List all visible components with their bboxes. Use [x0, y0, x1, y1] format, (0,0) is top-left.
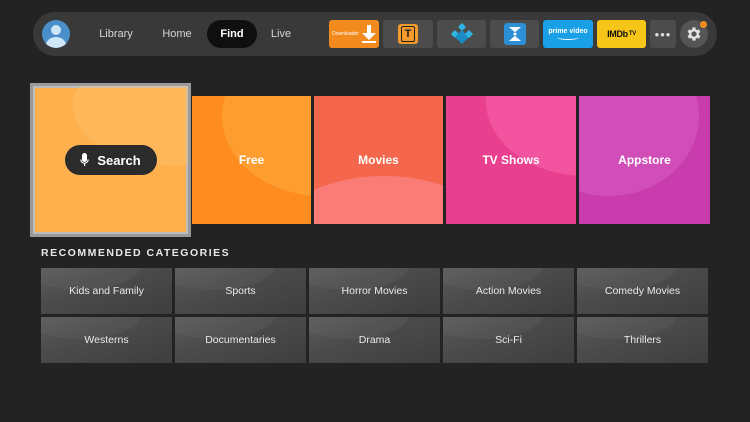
tile-movies-label: Movies — [358, 153, 399, 167]
profile-avatar-icon[interactable] — [42, 20, 70, 48]
tile-appstore-label: Appstore — [618, 153, 671, 167]
app-downloader[interactable]: Downloader — [329, 20, 379, 48]
app-s[interactable] — [490, 20, 539, 48]
tile-tv-shows-label: TV Shows — [482, 153, 540, 167]
category-horror-movies[interactable]: Horror Movies — [309, 268, 440, 314]
category-drama[interactable]: Drama — [309, 317, 440, 363]
notification-dot — [700, 21, 707, 28]
tile-movies[interactable]: Movies — [314, 96, 443, 224]
category-documentaries[interactable]: Documentaries — [175, 317, 306, 363]
category-comedy-movies[interactable]: Comedy Movies — [577, 268, 708, 314]
microphone-icon — [80, 153, 90, 166]
category-grid: Kids and Family Sports Horror Movies Act… — [41, 268, 708, 363]
category-westerns[interactable]: Westerns — [41, 317, 172, 363]
download-arrow-icon — [361, 25, 376, 43]
more-apps-button[interactable]: ••• — [650, 20, 676, 48]
search-tile[interactable]: Search — [30, 83, 191, 237]
recommended-categories-title: RECOMMENDED CATEGORIES — [41, 247, 231, 259]
app-t[interactable]: T — [383, 20, 433, 48]
nav-home[interactable]: Home — [149, 20, 205, 48]
category-kids-and-family[interactable]: Kids and Family — [41, 268, 172, 314]
t-logo-letter: T — [401, 26, 415, 42]
tile-free-label: Free — [238, 153, 265, 167]
category-thrillers[interactable]: Thrillers — [577, 317, 708, 363]
top-nav-bar: Library Home Find Live Downloader T prim… — [33, 12, 717, 56]
kodi-logo-icon — [450, 23, 473, 44]
app-imdb-tv[interactable]: IMDb TV — [597, 20, 646, 48]
tile-free[interactable]: Free — [192, 96, 311, 224]
prime-smile-icon — [557, 35, 579, 40]
category-sci-fi[interactable]: Sci-Fi — [443, 317, 574, 363]
nav-live[interactable]: Live — [261, 20, 301, 48]
app-kodi[interactable] — [437, 20, 486, 48]
imdb-label: IMDb — [607, 29, 628, 39]
downloader-label: Downloader — [332, 31, 359, 37]
category-action-movies[interactable]: Action Movies — [443, 268, 574, 314]
category-sports[interactable]: Sports — [175, 268, 306, 314]
s-logo-icon — [503, 23, 526, 45]
nav-library[interactable]: Library — [87, 20, 145, 48]
imdb-tv-label: TV — [628, 31, 636, 37]
tile-appstore[interactable]: Appstore — [579, 96, 710, 224]
t-logo-icon: T — [398, 24, 418, 44]
app-prime-video[interactable]: prime video — [543, 20, 593, 48]
search-button[interactable]: Search — [64, 145, 157, 175]
search-label: Search — [97, 152, 141, 168]
tile-tv-shows[interactable]: TV Shows — [446, 96, 576, 224]
gear-icon — [687, 27, 701, 41]
nav-find[interactable]: Find — [207, 20, 257, 48]
